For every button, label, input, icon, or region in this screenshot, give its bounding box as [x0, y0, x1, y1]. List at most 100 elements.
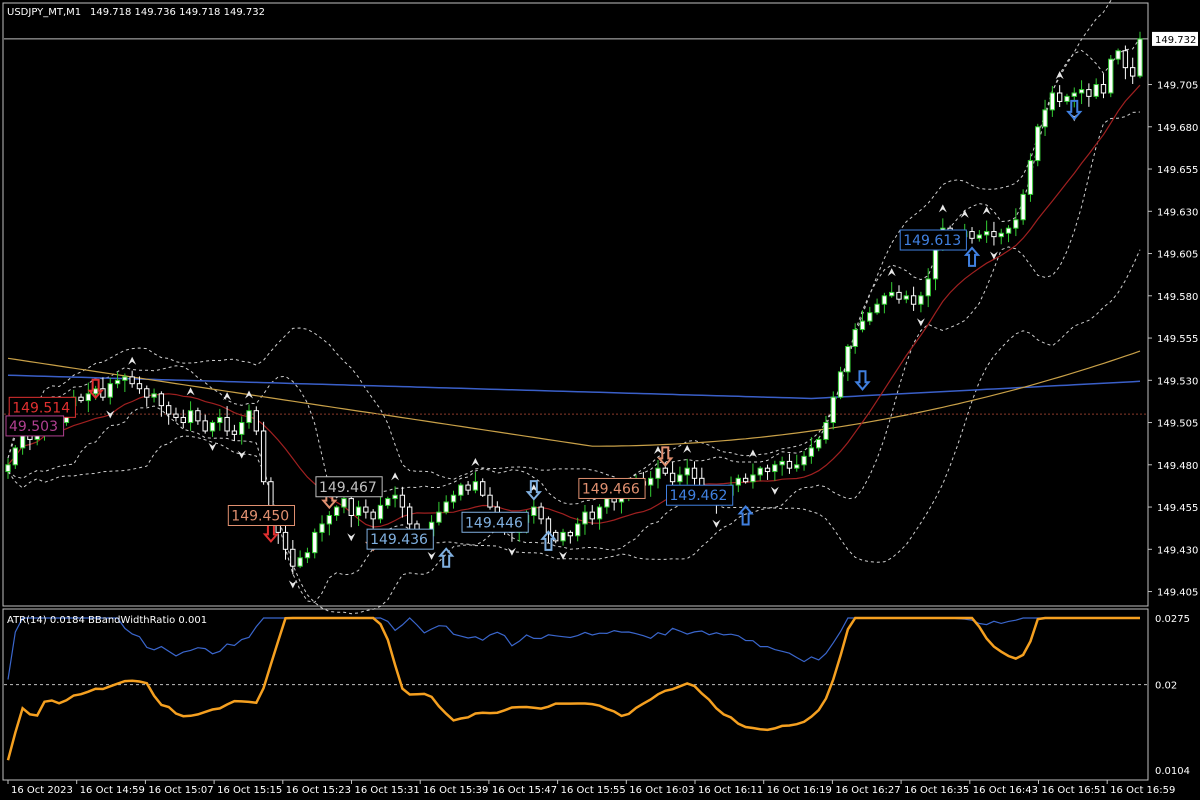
candle-body: [333, 506, 340, 516]
time-tick-label: 16 Oct 16:19: [767, 785, 832, 796]
candle-body: [107, 383, 113, 398]
candle-body: [487, 494, 493, 508]
candle-body: [144, 388, 150, 398]
time-tick-label: 16 Oct 14:59: [80, 785, 145, 796]
indicator-tick-label: 0.02: [1155, 681, 1177, 692]
candle-body: [1056, 92, 1063, 102]
candle-body: [903, 295, 909, 300]
candle-body: [297, 557, 303, 567]
candle-body: [1042, 109, 1048, 128]
band-upper-1: [7, 37, 1141, 505]
candle-body: [910, 295, 917, 305]
candle-body: [260, 430, 267, 483]
candle-body: [881, 295, 888, 305]
fractal-down-marker: [288, 580, 297, 589]
candle-body: [136, 383, 143, 390]
candle-body: [377, 504, 384, 520]
candle-body: [859, 320, 866, 331]
indicator-panel-frame: [2, 608, 1149, 781]
price-tick-label: 149.555: [1157, 334, 1198, 345]
candle-body: [1078, 89, 1085, 94]
candle-body: [355, 506, 362, 516]
candle-body: [363, 506, 369, 513]
candle-body: [480, 481, 486, 496]
candle-body: [385, 498, 391, 506]
candle-body: [465, 484, 471, 491]
candles: [5, 31, 1143, 575]
candle-body: [801, 455, 807, 466]
candle-body: [436, 511, 442, 523]
candle-body: [348, 498, 354, 516]
price-tick-label: 149.630: [1157, 207, 1198, 218]
candle-body: [224, 416, 230, 432]
candle-body: [669, 472, 676, 483]
bollinger-bands: [7, 0, 1141, 615]
fractal-up-marker: [391, 472, 400, 481]
candle-body: [808, 447, 815, 457]
candle-body: [560, 531, 566, 542]
candle-body: [1100, 84, 1107, 94]
candle-body: [1035, 126, 1041, 162]
candle-body: [231, 430, 238, 435]
candle-body: [129, 376, 135, 385]
candle-body: [867, 312, 873, 322]
candle-body: [852, 329, 858, 347]
candle-body: [370, 511, 376, 520]
candle-body: [407, 506, 413, 525]
time-tick-label: 16 Oct 16:35: [904, 785, 969, 796]
candle-body: [764, 467, 771, 473]
trading-chart[interactable]: 149.514 49.503 149.450 149.467 149.436 149.44…: [0, 0, 1200, 800]
fractal-up-marker: [748, 449, 757, 458]
price-label-text: 149.450: [231, 508, 289, 524]
price-label-text: 149.467: [319, 480, 377, 496]
candle-body: [319, 523, 325, 533]
candle-body: [596, 506, 603, 520]
fractal-up-marker: [960, 209, 969, 218]
price-label-text: 149.462: [670, 488, 728, 504]
candle-body: [918, 295, 924, 305]
candle-body: [202, 420, 208, 432]
chart-symbol-label: USDJPY_MT,M1: [7, 7, 81, 18]
time-tick-label: 16 Oct 15:31: [355, 785, 420, 796]
ma-yellow-line: [7, 350, 1141, 447]
candle-body: [472, 481, 479, 491]
candle-body: [655, 467, 661, 479]
fractal-down-marker: [347, 533, 356, 542]
indicator-tick-label: 0.0104: [1155, 766, 1190, 777]
candle-body: [991, 231, 997, 238]
candle-body: [845, 345, 851, 373]
fractal-up-marker: [471, 457, 480, 466]
candle-body: [1137, 38, 1143, 77]
indicator-header-label: ATR(14) 0.0184 BBandWidthRatio 0.001: [7, 615, 207, 626]
candle-body: [677, 474, 683, 483]
candle-body: [1071, 92, 1077, 97]
price-label-text: 149.514: [12, 400, 70, 416]
time-tick-label: 16 Oct 15:07: [148, 785, 213, 796]
candle-body: [290, 548, 296, 567]
candle-body: [443, 501, 449, 513]
price-label-text: 149.446: [465, 515, 523, 531]
candle-body: [757, 467, 763, 476]
signal-arrow-up: [438, 547, 455, 568]
time-tick-label: 16 Oct 2023: [11, 785, 73, 796]
signal-arrow-down: [262, 522, 280, 543]
candle-body: [735, 477, 741, 486]
candle-body: [830, 396, 836, 424]
candle-body: [1108, 58, 1114, 94]
candle-body: [925, 278, 931, 297]
time-tick-label: 16 Oct 15:39: [423, 785, 488, 796]
time-tick-label: 16 Oct 16:51: [1042, 785, 1107, 796]
candle-body: [399, 494, 406, 508]
candle-body: [823, 422, 829, 440]
price-tick-label: 149.655: [1157, 165, 1198, 176]
candle-body: [1130, 67, 1136, 77]
fractal-down-marker: [208, 442, 217, 451]
candle-body: [12, 447, 18, 466]
candle-body: [976, 234, 983, 239]
candle-body: [114, 379, 121, 385]
price-label-text: 149.613: [903, 233, 961, 249]
fractal-up-marker: [683, 444, 692, 453]
band-lower-0: [7, 249, 1141, 615]
time-tick-label: 16 Oct 15:15: [217, 785, 282, 796]
fractal-up-marker: [186, 387, 195, 396]
